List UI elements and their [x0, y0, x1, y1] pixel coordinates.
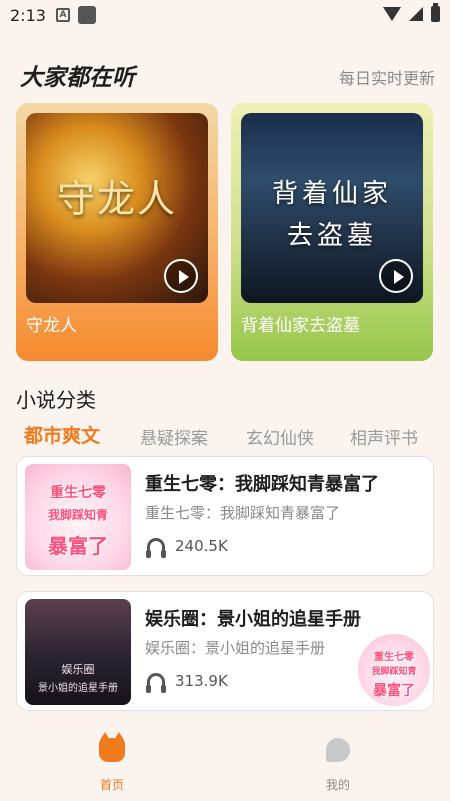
section-title: 大家都在听 — [20, 65, 135, 91]
featured-card-shoulongren[interactable]: 守龙人 守龙人 — [16, 103, 218, 361]
book-description: 娱乐圈：景小姐的追星手册 — [145, 639, 326, 657]
home-cat-icon — [99, 732, 125, 762]
cover-line: 我脚踩知青 — [47, 508, 108, 522]
nav-home[interactable]: 首页 — [72, 732, 152, 793]
cover-line: 重生七零 — [50, 485, 106, 501]
book-cover: 背着仙家 去盗墓 — [241, 113, 423, 303]
tab-xuanyi[interactable]: 悬疑探案 — [140, 424, 208, 449]
book-description: 重生七零：我脚踩知青暴富了 — [145, 504, 341, 522]
tab-xuanhuan[interactable]: 玄幻仙侠 — [246, 424, 314, 449]
signal-icon — [409, 7, 423, 21]
status-bar: 2:13 A — [0, 0, 450, 30]
profile-icon — [326, 738, 350, 762]
cover-title-line1: 背着仙家 — [271, 179, 392, 209]
section-update-note: 每日实时更新 — [338, 69, 435, 88]
play-icon[interactable] — [379, 259, 413, 293]
book-cover: 娱乐圈 景小姐的追星手册 — [25, 599, 131, 705]
book-list-item[interactable]: 重生七零 我脚踩知青 暴富了 重生七零：我脚踩知青暴富了 重生七零：我脚踩知青暴… — [16, 456, 434, 576]
headphone-icon — [146, 673, 166, 693]
cover-title: 守龙人 — [56, 177, 177, 221]
cover-line: 景小姐的追星手册 — [38, 683, 118, 694]
section-header: 大家都在听 每日实时更新 — [20, 58, 435, 92]
tab-dushi[interactable]: 都市爽文 — [24, 421, 100, 448]
cover-title-line2: 去盗墓 — [286, 221, 377, 251]
wifi-icon — [383, 7, 401, 21]
featured-caption: 背着仙家去盗墓 — [241, 316, 360, 336]
play-icon[interactable] — [164, 259, 198, 293]
nav-mine[interactable]: 我的 — [298, 738, 378, 793]
notification-square-icon — [77, 6, 96, 24]
cover-line: 我脚踩知青 — [371, 667, 417, 677]
notification-a-icon: A — [55, 8, 70, 22]
cover-line: 重生七零 — [374, 652, 414, 663]
play-count: 240.5K — [175, 537, 228, 555]
featured-caption: 守龙人 — [26, 316, 77, 336]
cover-line: 暴富了 — [48, 534, 108, 558]
play-count: 313.9K — [175, 672, 228, 690]
cover-line: 娱乐圈 — [61, 663, 95, 676]
battery-icon — [431, 3, 440, 22]
featured-card-beizhexianjia[interactable]: 背着仙家 去盗墓 背着仙家去盗墓 — [231, 103, 433, 361]
category-tabs: 都市爽文 悬疑探案 玄幻仙侠 相声评书 — [16, 420, 436, 450]
nav-home-label: 首页 — [99, 778, 124, 792]
floating-player-cover[interactable]: 重生七零 我脚踩知青 暴富了 — [356, 632, 432, 708]
book-title: 重生七零：我脚踩知青暴富了 — [145, 474, 379, 495]
tab-xiangsheng[interactable]: 相声评书 — [350, 424, 418, 449]
nav-mine-label: 我的 — [325, 778, 350, 792]
book-cover: 守龙人 — [26, 113, 208, 303]
status-time: 2:13 — [10, 5, 46, 25]
bottom-nav: 首页 我的 — [0, 728, 450, 801]
category-title: 小说分类 — [16, 388, 96, 412]
book-title: 娱乐圈：景小姐的追星手册 — [145, 609, 361, 630]
book-cover: 重生七零 我脚踩知青 暴富了 — [25, 464, 131, 570]
cover-line: 暴富了 — [373, 683, 415, 699]
headphone-icon — [146, 538, 166, 558]
status-icons — [383, 3, 440, 22]
